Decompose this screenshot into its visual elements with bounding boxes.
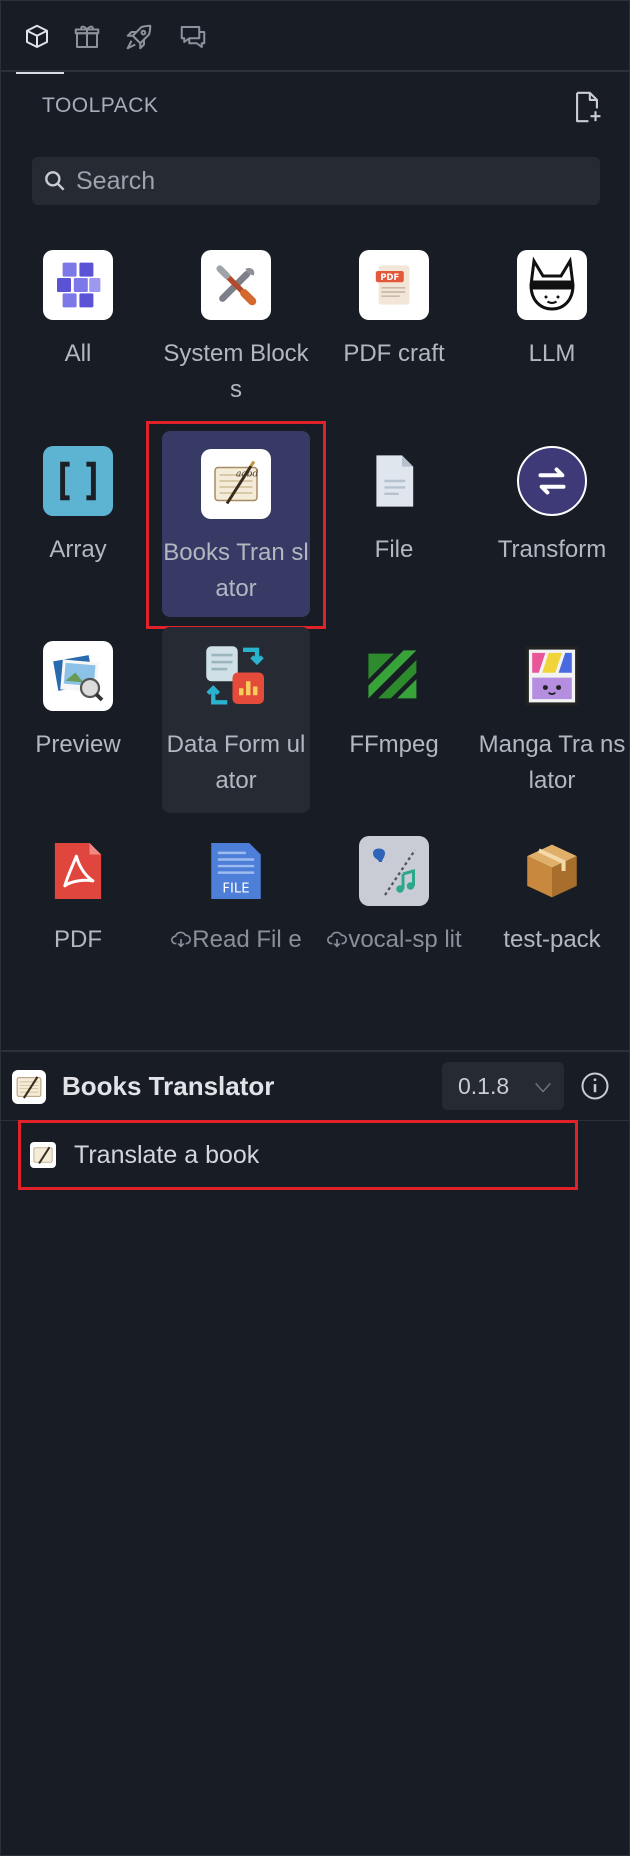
pack-label: vocal-sp lit bbox=[320, 922, 468, 958]
pack-label: Data Form ulator bbox=[166, 731, 306, 794]
all-blocks-icon bbox=[43, 250, 113, 320]
pack-pdf-craft[interactable]: PDF PDF craft bbox=[320, 250, 468, 410]
tab-toolpack[interactable] bbox=[14, 14, 64, 74]
data-formulator-icon bbox=[201, 641, 271, 711]
cube-icon bbox=[26, 24, 48, 48]
cloud-download-icon bbox=[327, 931, 348, 948]
pack-system-blocks[interactable]: System Blocks bbox=[162, 250, 310, 410]
manga-icon bbox=[517, 641, 587, 711]
vocal-split-icon bbox=[359, 836, 429, 906]
chevron-down-icon bbox=[535, 1082, 551, 1093]
llm-fox-icon bbox=[517, 250, 587, 320]
version-select[interactable]: 0.1.8 bbox=[442, 1062, 564, 1110]
brackets-icon bbox=[43, 446, 113, 516]
top-tab-bar bbox=[0, 0, 630, 74]
acrobat-icon bbox=[43, 836, 113, 906]
pack-label: File bbox=[374, 536, 414, 563]
pack-label: Preview bbox=[35, 731, 121, 758]
pack-label: System Blocks bbox=[163, 340, 309, 403]
new-file-button[interactable] bbox=[570, 90, 604, 124]
search-bar[interactable] bbox=[32, 157, 600, 205]
pack-label: PDF craft bbox=[343, 340, 445, 367]
gift-icon bbox=[74, 25, 100, 48]
info-icon bbox=[581, 1072, 609, 1100]
file-icon bbox=[359, 446, 429, 516]
pdf-craft-icon: PDF bbox=[359, 250, 429, 320]
preview-icon bbox=[43, 641, 113, 711]
cloud-download-icon bbox=[171, 931, 192, 948]
pack-array[interactable]: Array bbox=[4, 446, 152, 606]
search-input[interactable] bbox=[74, 165, 558, 197]
package-box-icon bbox=[517, 836, 587, 906]
rocket-icon bbox=[126, 24, 152, 50]
pack-ffmpeg[interactable]: FFmpeg bbox=[320, 641, 468, 801]
swap-icon bbox=[517, 446, 587, 516]
svg-text:FILE: FILE bbox=[222, 881, 249, 896]
pack-preview[interactable]: Preview bbox=[4, 641, 152, 801]
notebook-pen-icon bbox=[12, 1070, 46, 1104]
pack-label: PDF bbox=[54, 926, 102, 953]
version-value: 0.1.8 bbox=[458, 1072, 510, 1099]
chat-icon bbox=[180, 26, 206, 48]
pack-label: Array bbox=[49, 536, 107, 563]
pack-label: All bbox=[64, 340, 92, 367]
pack-label: Manga Tra nslator bbox=[478, 731, 626, 794]
selection-highlight-box bbox=[18, 1120, 578, 1190]
tab-launch[interactable] bbox=[116, 14, 162, 60]
pack-pdf[interactable]: PDF bbox=[4, 836, 152, 996]
file-doc-icon: FILE bbox=[201, 836, 271, 906]
info-button[interactable] bbox=[580, 1071, 610, 1101]
pack-transform[interactable]: Transform bbox=[478, 446, 626, 606]
toolpack-header-title: TOOLPACK bbox=[42, 94, 159, 117]
pack-all[interactable]: All bbox=[4, 250, 152, 410]
tools-icon bbox=[201, 250, 271, 320]
pack-file[interactable]: File bbox=[320, 446, 468, 606]
pack-label: Transform bbox=[497, 536, 607, 563]
pack-llm[interactable]: LLM bbox=[478, 250, 626, 410]
selection-highlight-box bbox=[146, 421, 326, 629]
panel-divider bbox=[0, 1050, 630, 1052]
pack-label: test-pack bbox=[503, 926, 601, 953]
pack-manga-translator[interactable]: Manga Tra nslator bbox=[478, 641, 626, 801]
pack-data-formulator[interactable]: Data Form ulator bbox=[162, 627, 310, 813]
pack-label: FFmpeg bbox=[349, 731, 439, 758]
tab-community[interactable] bbox=[170, 14, 216, 60]
pack-name: vocal-sp lit bbox=[348, 926, 462, 953]
pack-vocal-split[interactable]: vocal-sp lit bbox=[320, 836, 468, 996]
pack-name: Read Fil e bbox=[192, 926, 302, 953]
svg-text:PDF: PDF bbox=[380, 272, 399, 282]
pack-read-file[interactable]: FILE Read Fil e bbox=[162, 836, 310, 996]
new-file-icon bbox=[576, 91, 601, 123]
tab-gifts[interactable] bbox=[64, 14, 110, 60]
pack-label: Read Fil e bbox=[162, 922, 310, 958]
detail-title: Books Translator bbox=[62, 1071, 275, 1101]
search-icon bbox=[45, 171, 65, 191]
pack-label: LLM bbox=[528, 340, 576, 367]
ffmpeg-icon bbox=[359, 641, 429, 711]
pack-test-pack[interactable]: test-pack bbox=[478, 836, 626, 996]
